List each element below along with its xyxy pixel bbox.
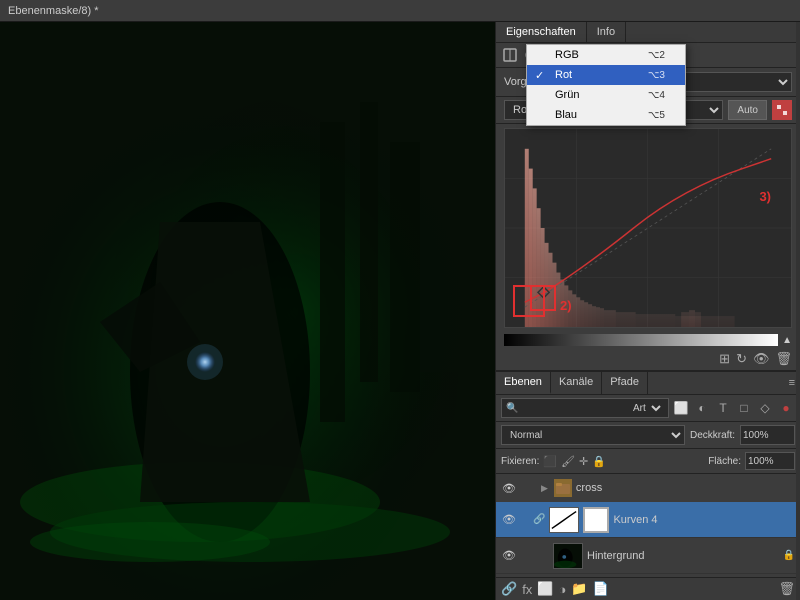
layers-panel-menu[interactable]: ≡ (789, 377, 795, 389)
opacity-input[interactable] (740, 425, 795, 445)
kind-select[interactable]: Art (627, 398, 664, 418)
canvas-area (0, 22, 495, 600)
eye-icon-kurven4[interactable]: 👁 (501, 512, 517, 528)
mask-panel-icon[interactable]: ⊞ (719, 351, 730, 367)
refresh-icon[interactable]: ↻ (736, 351, 747, 367)
smart-filter-btn[interactable]: ◇ (756, 399, 774, 417)
group-icon-cross (554, 479, 572, 497)
flaeche-input[interactable] (745, 452, 795, 470)
panel-header-tabs: Eigenschaften Info (496, 22, 800, 43)
dropdown-item-rot[interactable]: ✓ Rot ⌥3 (527, 65, 685, 85)
layer-item-cross-group[interactable]: 👁 ▶ cross (496, 474, 800, 502)
new-adjustment-icon[interactable]: ◑ (559, 582, 567, 597)
panel-icon-row: ⊞ ↻ 👁 🗑 (496, 348, 800, 371)
new-layer-icon[interactable]: 📄 (593, 581, 609, 597)
main-layout: Eigenschaften Info RGB ⌥2 ✓ Rot ⌥3 (0, 22, 800, 600)
channel-dropdown[interactable]: RGB ⌥2 ✓ Rot ⌥3 Grün ⌥4 Blau ⌥5 (526, 44, 686, 126)
dropdown-item-rgb[interactable]: RGB ⌥2 (527, 45, 685, 65)
layer-item-hintergrund[interactable]: 👁 Hintergrund 🔒 (496, 538, 800, 574)
lock-icon-hintergrund: 🔒 (783, 550, 795, 561)
adjustment-thumb-kurven4 (549, 507, 579, 533)
chain-icon-kurven4[interactable]: 🔗 (533, 514, 545, 525)
gradient-bar-input (504, 334, 778, 346)
delete-layer-icon[interactable]: 🗑 (778, 581, 795, 597)
fixieren-row: Fixieren: ⬛ 🖌 ✛ 🔒 Fläche: (496, 449, 800, 474)
search-wrap: 🔍 Art (501, 398, 669, 418)
properties-panel: Eigenschaften Info RGB ⌥2 ✓ Rot ⌥3 (496, 22, 800, 372)
opacity-label: Deckkraft: (690, 430, 735, 441)
lock-move-icon[interactable]: ✛ (579, 455, 588, 468)
blend-mode-select[interactable]: Normal (501, 425, 685, 445)
lock-all-icon[interactable]: 🔒 (592, 455, 606, 468)
shape-filter-btn[interactable]: □ (735, 399, 753, 417)
link-layers-icon[interactable]: 🔗 (501, 581, 517, 597)
flaeche-label: Fläche: (708, 456, 741, 467)
curves-thumb-icon (550, 507, 578, 533)
toggle-filter-btn[interactable]: ● (777, 399, 795, 417)
type-filter-btn[interactable]: T (714, 399, 732, 417)
document-title: Ebenenmaske/8) * (8, 5, 99, 17)
pixel-filter-btn[interactable]: ⬜ (672, 399, 690, 417)
linked-icon-cross (521, 480, 537, 496)
eye-icon-hintergrund[interactable]: 👁 (501, 548, 517, 564)
corner-button[interactable] (772, 100, 792, 120)
new-group-icon[interactable]: 📁 (571, 581, 587, 597)
dropdown-item-gruen[interactable]: Grün ⌥4 (527, 85, 685, 105)
curves-svg (505, 129, 791, 327)
layers-toolbar: 🔍 Art ⬜ ◐ T □ ◇ ● (496, 395, 800, 422)
adjustment-icon[interactable] (501, 46, 519, 64)
eye-visibility-icon[interactable]: 👁 (753, 351, 770, 367)
layer-bottom-bar: 🔗 fx ⬜ ◑ 📁 📄 🗑 (496, 577, 800, 600)
trash-icon[interactable]: 🗑 (775, 351, 792, 367)
layer-item-kurven4[interactable]: 👁 🔗 Kurven 4 (496, 502, 800, 538)
scene-svg (0, 22, 495, 600)
adjustment-filter-btn[interactable]: ◐ (693, 399, 711, 417)
image-thumb-hintergrund (553, 543, 583, 569)
layer-mode-row: Normal Deckkraft: (496, 422, 800, 449)
tab-kanaele[interactable]: Kanäle (551, 372, 602, 394)
panel-edge (796, 22, 800, 600)
title-bar: Ebenenmaske/8) * (0, 0, 800, 22)
lock-transparent-icon[interactable]: ⬛ (543, 455, 557, 468)
layers-panel: Ebenen Kanäle Pfade ≡ 🔍 Art (496, 372, 800, 600)
add-mask-icon[interactable]: ⬜ (537, 581, 553, 597)
curves-editor[interactable]: 1) 2) 3) 4) 5) (504, 128, 792, 328)
hintergrund-thumb (554, 543, 582, 569)
expand-arrow-cross[interactable]: ▶ (541, 483, 548, 494)
tab-ebenen[interactable]: Ebenen (496, 372, 551, 394)
folder-icon (555, 480, 571, 496)
corner-icon (776, 104, 788, 116)
dropdown-item-blau[interactable]: Blau ⌥5 (527, 105, 685, 125)
right-panel: Eigenschaften Info RGB ⌥2 ✓ Rot ⌥3 (495, 22, 800, 600)
layer-name-hintergrund: Hintergrund (587, 550, 779, 562)
layer-name-cross: cross (576, 482, 795, 494)
tab-pfade[interactable]: Pfade (602, 372, 648, 394)
search-icon: 🔍 (506, 403, 518, 414)
add-effect-icon[interactable]: fx (522, 582, 532, 597)
layers-header: Ebenen Kanäle Pfade ≡ (496, 372, 800, 395)
layer-list: 👁 ▶ cross 👁 🔗 (496, 474, 800, 577)
curves-triangle: ▲ (782, 335, 792, 346)
canvas-image (0, 22, 495, 600)
auto-button[interactable]: Auto (728, 100, 767, 120)
curves-bottom-bar: ▲ (496, 332, 800, 348)
filter-search-input[interactable] (521, 403, 624, 414)
lock-paint-icon[interactable]: 🖌 (561, 455, 575, 468)
rot-checkmark: ✓ (535, 69, 544, 82)
eye-icon-cross[interactable]: 👁 (501, 480, 517, 496)
layer-name-kurven4: Kurven 4 (613, 514, 795, 526)
tab-eigenschaften[interactable]: Eigenschaften (496, 22, 587, 42)
mask-thumb-kurven4 (583, 507, 609, 533)
tab-info[interactable]: Info (587, 22, 626, 42)
fixieren-label: Fixieren: (501, 456, 539, 467)
